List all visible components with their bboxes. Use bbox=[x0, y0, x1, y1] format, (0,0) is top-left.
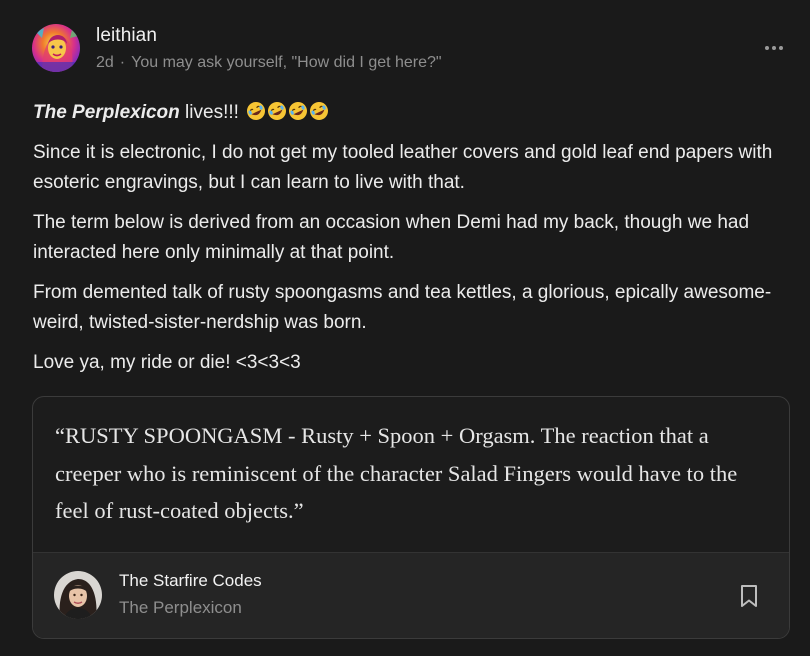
publication-title: The Perplexicon bbox=[33, 102, 180, 123]
rolling-on-floor-laughing-icon bbox=[268, 102, 287, 120]
quote-text: “RUSTY SPOONGASM - Rusty + Spoon + Orgas… bbox=[55, 423, 738, 523]
post-meta: 2d · You may ask yourself, "How did I get … bbox=[96, 54, 442, 72]
bookmark-button[interactable] bbox=[737, 583, 761, 609]
note-post: leithian 2d · You may ask yourself, "How d… bbox=[0, 0, 810, 656]
post-time[interactable]: 2d bbox=[96, 54, 114, 71]
source-avatar[interactable] bbox=[54, 571, 102, 619]
post-body: The Perplexicon lives!!! Since it is ele… bbox=[33, 98, 793, 388]
quote-card[interactable]: “RUSTY SPOONGASM - Rusty + Spoon + Orgas… bbox=[32, 396, 790, 639]
more-dot bbox=[779, 46, 783, 50]
post-paragraph: Love ya, my ride or die! <3<3<3 bbox=[33, 352, 301, 373]
quote-source-bar[interactable]: The Starfire Codes The Perplexicon bbox=[33, 552, 789, 638]
source-publication[interactable]: The Perplexicon bbox=[119, 598, 242, 618]
emoji-group bbox=[246, 101, 330, 121]
rolling-on-floor-laughing-icon bbox=[310, 102, 329, 120]
post-paragraph: The Perplexicon lives!!! bbox=[33, 98, 793, 128]
more-dot bbox=[772, 46, 776, 50]
post-paragraph: Since it is electronic, I do not get my … bbox=[33, 142, 773, 193]
more-horizontal-icon bbox=[765, 46, 769, 50]
author-tagline: You may ask yourself, "How did I get her… bbox=[131, 54, 442, 71]
meta-separator: · bbox=[119, 54, 126, 71]
post-header: leithian 2d · You may ask yourself, "How d… bbox=[32, 24, 792, 76]
bookmark-icon bbox=[741, 585, 757, 607]
post-paragraph: The term below is derived from an occasi… bbox=[33, 212, 750, 263]
post-text: lives!!! bbox=[179, 102, 239, 123]
rolling-on-floor-laughing-icon bbox=[289, 102, 308, 120]
author-avatar[interactable] bbox=[32, 24, 80, 72]
post-paragraph: From demented talk of rusty spoongasms a… bbox=[33, 282, 772, 333]
source-name[interactable]: The Starfire Codes bbox=[119, 571, 262, 591]
more-options-button[interactable] bbox=[760, 34, 788, 62]
author-name[interactable]: leithian bbox=[96, 25, 157, 47]
rolling-on-floor-laughing-icon bbox=[247, 102, 266, 120]
